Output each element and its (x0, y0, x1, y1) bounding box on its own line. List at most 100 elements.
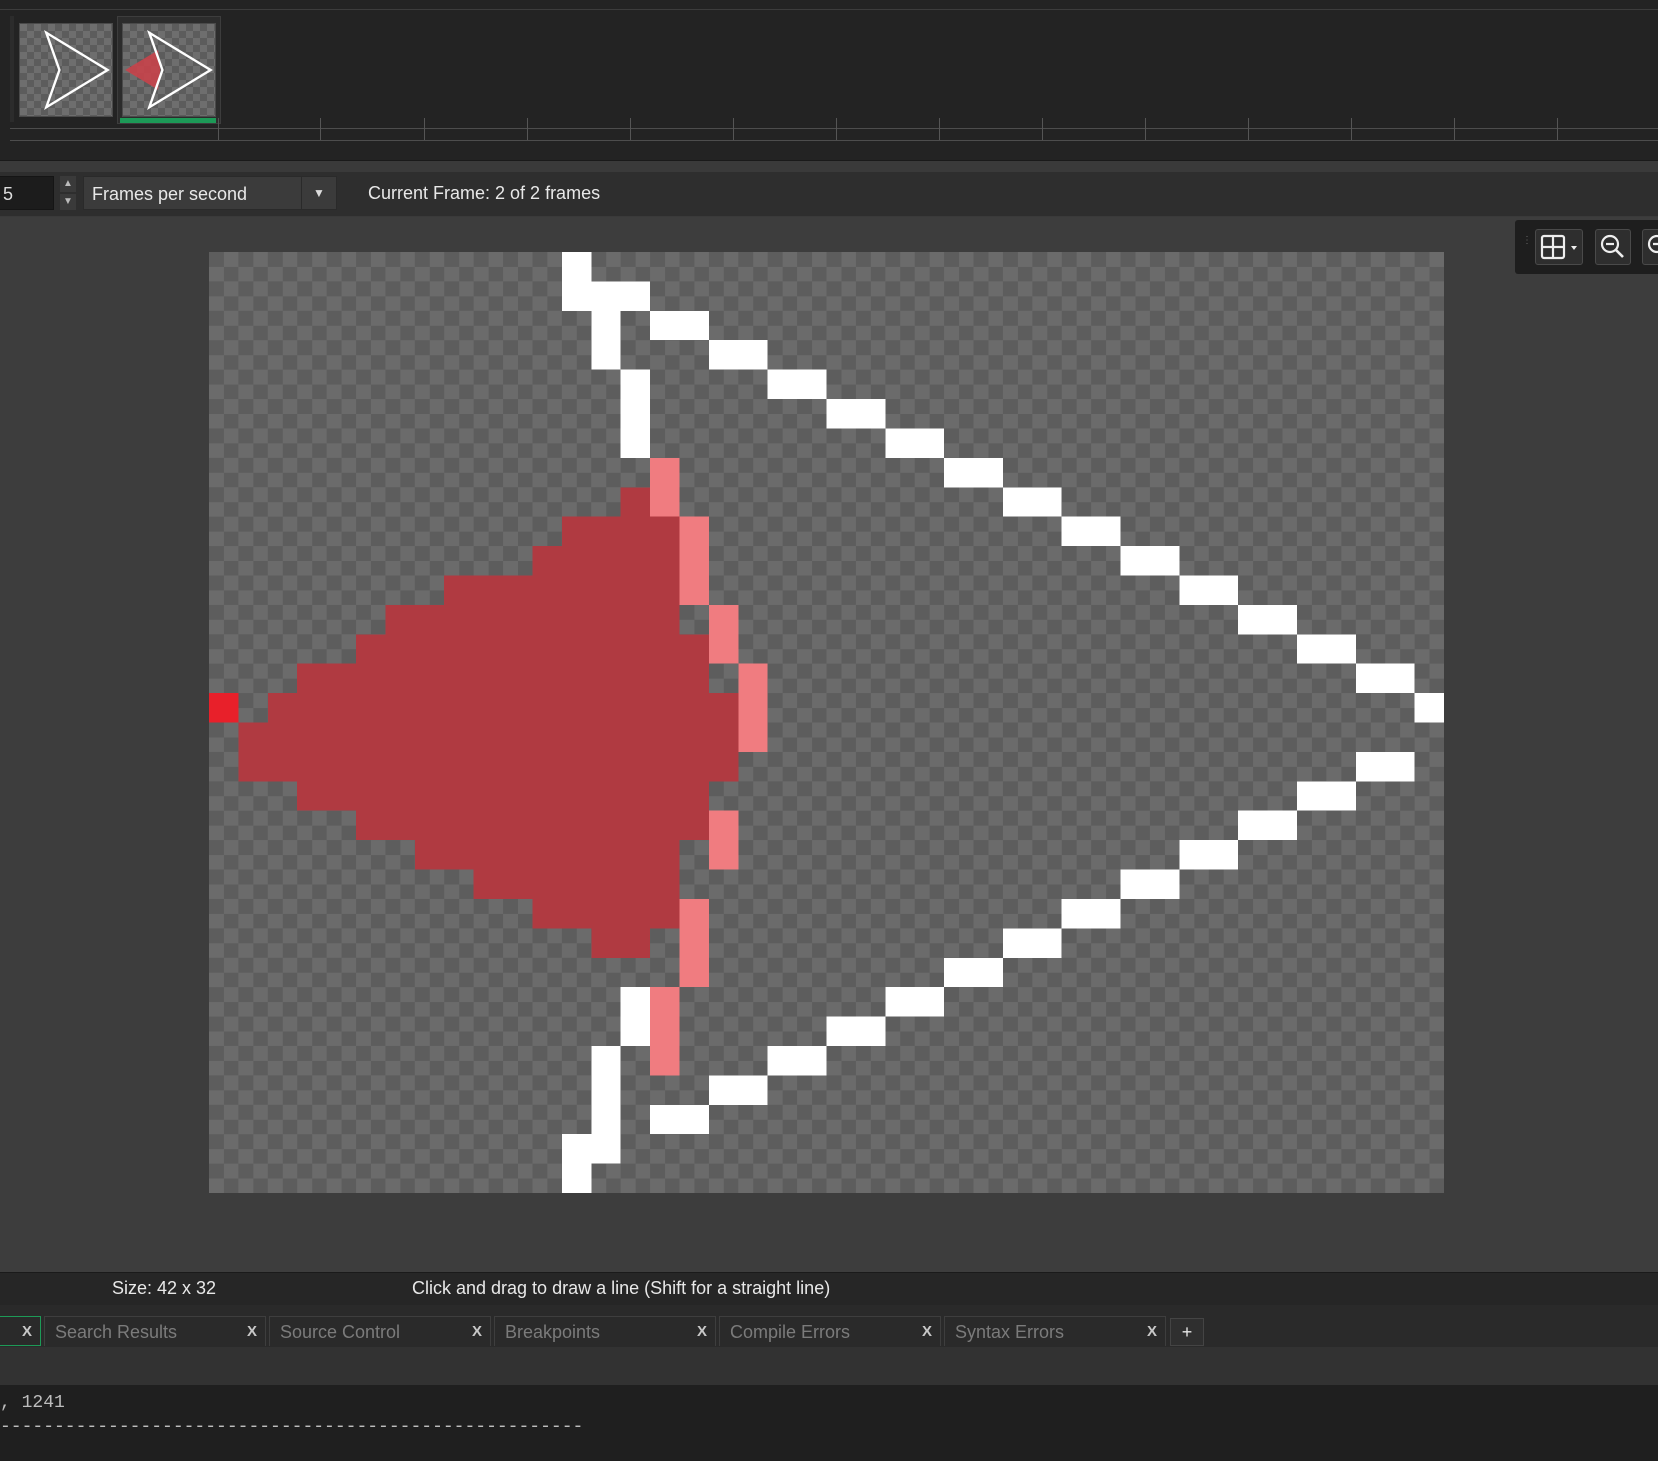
arrow-edge-pixel (738, 663, 768, 752)
close-icon[interactable]: X (472, 1317, 482, 1347)
timeline-tick (424, 118, 425, 140)
outline-pixel (591, 281, 621, 370)
outline-pixel (561, 252, 592, 311)
toolbar-grip-icon[interactable]: ⋮ (1522, 236, 1532, 254)
arrow-fill-pixel (267, 693, 739, 723)
timeline-tick (1248, 118, 1249, 140)
active-frame-indicator (120, 118, 216, 123)
arrow-edge-pixel (650, 987, 680, 1076)
arrow-fill-pixel (532, 546, 680, 576)
output-console: , 1241 ---------------------------------… (0, 1385, 1658, 1461)
arrow-sprite-thumbnail (44, 29, 110, 111)
timeline-tick (630, 118, 631, 140)
close-icon[interactable]: X (1147, 1317, 1157, 1347)
arrow-fill-pixel (356, 634, 709, 664)
sprite-canvas[interactable] (209, 252, 1444, 1193)
canvas-size-label: Size: 42 x 32 (112, 1278, 217, 1298)
speed-mode-select[interactable]: Frames per second ▼ (83, 176, 337, 210)
current-frame-label: Current Frame: 2 of 2 frames (368, 183, 601, 203)
outline-pixel (620, 987, 651, 1046)
outline-pixel (944, 957, 1003, 988)
zoom-button[interactable] (1642, 229, 1658, 265)
arrow-fill-pixel (356, 810, 709, 841)
tab-label: Breakpoints (505, 1322, 601, 1342)
tab-search-results[interactable]: Search Results X (44, 1316, 266, 1346)
timeline-ruler (10, 140, 1658, 141)
outline-pixel (1120, 546, 1180, 576)
tab-source-control[interactable]: Source Control X (269, 1316, 491, 1346)
zoom-out-icon (1600, 234, 1624, 258)
arrow-fill-pixel (238, 751, 739, 782)
arrow-fill-pixel (385, 604, 680, 635)
speed-mode-value: Frames per second (92, 184, 248, 204)
outline-pixel (1296, 634, 1356, 664)
tab-syntax-errors[interactable]: Syntax Errors X (944, 1316, 1166, 1346)
fps-increment-button[interactable]: ▲ (60, 176, 76, 192)
outline-pixel (1061, 516, 1121, 547)
timeline-tick (939, 118, 940, 140)
timeline-tick (1454, 118, 1455, 140)
tab-compile-errors[interactable]: Compile Errors X (719, 1316, 941, 1346)
arrow-fill-pixel (620, 487, 651, 517)
close-icon[interactable]: X (922, 1317, 932, 1347)
arrow-edge-pixel (679, 516, 709, 605)
output-line: , 1241 (0, 1393, 65, 1413)
arrow-fill-pixel (473, 869, 680, 899)
outline-pixel (620, 281, 651, 311)
outline-pixel (1414, 693, 1444, 723)
timeline-tick (527, 118, 528, 140)
tab-breakpoints[interactable]: Breakpoints X (494, 1316, 716, 1346)
outline-pixel (1002, 928, 1062, 958)
arrow-tip-pixel (209, 693, 239, 723)
outline-pixel (1120, 869, 1180, 899)
fps-decrement-button[interactable]: ▼ (60, 194, 76, 210)
arrow-edge-pixel (708, 604, 739, 664)
outline-pixel (1238, 810, 1297, 841)
tab-label: Compile Errors (730, 1322, 851, 1342)
close-icon[interactable]: X (697, 1317, 707, 1347)
timeline-tick (733, 118, 734, 140)
frame-thumbnail-1[interactable] (19, 23, 113, 117)
timeline-ruler (10, 128, 1658, 129)
timeline-tick (1351, 118, 1352, 140)
outline-pixel (620, 369, 651, 458)
outline-pixel (591, 1134, 621, 1164)
outline-pixel (1179, 840, 1239, 870)
timeline-tick (1042, 118, 1043, 140)
outline-pixel (591, 1045, 621, 1135)
timeline-tick (1145, 118, 1146, 140)
outline-pixel (1355, 751, 1415, 782)
outline-pixel (650, 1104, 709, 1135)
tab-output[interactable]: X (0, 1316, 41, 1346)
arrow-fill-pixel (561, 516, 680, 547)
close-icon[interactable]: X (22, 1317, 32, 1347)
tool-hint-label: Click and drag to draw a line (Shift for… (412, 1278, 831, 1298)
outline-pixel (561, 1134, 592, 1193)
tab-label: Syntax Errors (955, 1322, 1065, 1342)
outline-pixel (767, 1045, 827, 1076)
outline-pixel (1061, 898, 1121, 929)
arrow-fill-pixel (297, 663, 709, 694)
zoom-out-button[interactable] (1595, 229, 1631, 265)
outline-pixel (885, 987, 945, 1017)
grid-toggle-button[interactable] (1535, 229, 1583, 265)
grid-icon (1540, 234, 1577, 260)
output-header (0, 1347, 1658, 1385)
zoom-icon (1647, 234, 1658, 254)
timeline-tick (320, 118, 321, 140)
outline-pixel (1179, 575, 1239, 605)
frame-thumbnail-2[interactable] (122, 23, 216, 117)
close-icon[interactable]: X (247, 1317, 257, 1347)
arrow-edge-pixel (650, 457, 680, 517)
outline-pixel (767, 369, 827, 400)
timeline-tick (1557, 118, 1558, 140)
fps-input[interactable]: 5 (0, 176, 54, 210)
arrow-fill-pixel (591, 928, 651, 958)
frame-strip (0, 0, 1658, 161)
arrow-fill-pixel (297, 781, 709, 811)
timeline-tick (836, 118, 837, 140)
outline-pixel (826, 1016, 886, 1046)
add-tab-button[interactable]: + (1170, 1318, 1204, 1346)
output-separator: ----------------------------------------… (0, 1417, 584, 1437)
outline-pixel (1238, 604, 1297, 635)
